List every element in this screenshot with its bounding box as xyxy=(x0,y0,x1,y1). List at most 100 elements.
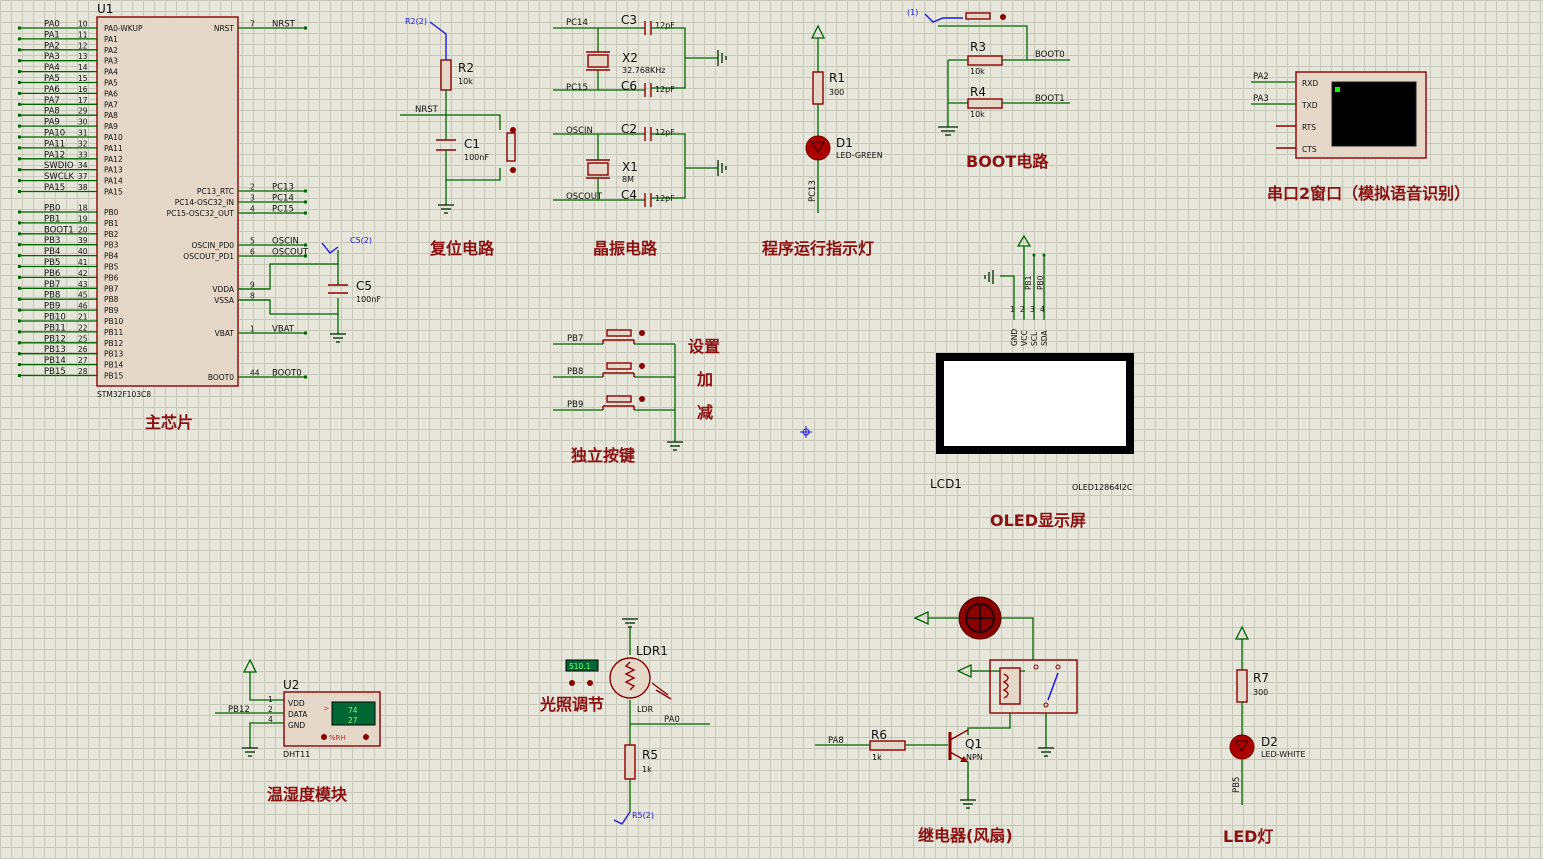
d1-led[interactable] xyxy=(805,135,831,161)
dht-data: DATA xyxy=(288,710,308,719)
u1-left-pin-name: PB10 xyxy=(104,317,123,326)
oled-screen[interactable] xyxy=(936,353,1134,454)
u1-left-net: PB3 xyxy=(44,236,60,246)
key-indicator xyxy=(639,330,645,336)
u1-left-net: PB14 xyxy=(44,356,66,366)
dht11-module[interactable]: PB12 1 2 4 U2 VDD DATA GND 74 27 > %RH D… xyxy=(215,658,381,759)
u1-left-pin-name: PB4 xyxy=(104,252,119,261)
pc15-net: PC15 xyxy=(566,83,588,93)
u1-left-pin-name: PA0-WKUP xyxy=(104,24,143,33)
ldr-inc-button[interactable] xyxy=(587,680,593,686)
u1-left-pin-num: 25 xyxy=(78,334,88,343)
u1-right-pin-name: VSSA xyxy=(214,296,235,305)
relay-circuit[interactable]: PA8 R6 1k Q1 NPN xyxy=(815,596,1078,809)
u1-right-pin-num: 1 xyxy=(250,325,255,334)
oled-pin4: 4 xyxy=(1040,305,1045,314)
u1-left-pin-name: PA7 xyxy=(104,100,118,109)
ldr-circuit[interactable]: LDR1 LDR 510.1 PA0 R5 1k R5(2) xyxy=(565,618,710,825)
schematic-canvas[interactable]: U1 STM32F103C8 PA0 10 PA0-WKUPPA1 11 PA1PA2 1… xyxy=(0,0,1543,859)
key-button[interactable] xyxy=(606,329,632,337)
u1-left-pin-num: 21 xyxy=(78,313,88,322)
terminal-screen[interactable] xyxy=(1331,81,1417,147)
dht-down-button[interactable] xyxy=(321,734,327,740)
u1-left-pin-num: 12 xyxy=(78,41,88,50)
u1-left-pin-num: 40 xyxy=(78,247,88,256)
r3-resistor[interactable] xyxy=(967,55,1003,66)
dht-unit: %RH xyxy=(329,734,346,742)
ldr-sensor[interactable] xyxy=(609,657,651,699)
uart-terminal[interactable]: PA2 PA3 RXD TXD RTS CTS xyxy=(1251,71,1427,159)
u1-left-pin-name: PA4 xyxy=(104,68,118,77)
ldr-dec-button[interactable] xyxy=(569,680,575,686)
u1-left-pin-name: PB2 xyxy=(104,230,119,239)
uart-title: 串口2窗口（模拟语音识别） xyxy=(1267,184,1470,203)
dht-pin1: 1 xyxy=(268,695,273,704)
r3-ref: R3 xyxy=(970,40,986,54)
pa2-net: PA2 xyxy=(1253,72,1269,82)
u1-left-pin-num: 15 xyxy=(78,74,88,83)
key-button[interactable] xyxy=(606,362,632,370)
u1-left-pin-num: 16 xyxy=(78,85,88,94)
u1-stm32[interactable]: U1 STM32F103C8 PA0 10 PA0-WKUPPA1 11 PA1PA2 1… xyxy=(18,2,309,399)
r4-resistor[interactable] xyxy=(967,98,1003,109)
u1-part: STM32F103C8 xyxy=(97,390,151,399)
u1-left-pin-num: 45 xyxy=(78,291,88,300)
c3-ref: C3 xyxy=(621,13,637,27)
key-net: PB9 xyxy=(567,400,583,410)
reset-circuit[interactable]: R2(2) R2 10k NRST C1 100nF xyxy=(400,17,516,214)
oled-part: OLED12864I2C xyxy=(1072,483,1133,492)
u1-right-pin-num: 4 xyxy=(250,205,255,214)
u1-left-pin-name: PB7 xyxy=(104,284,119,293)
u1-left-net: PB11 xyxy=(44,323,66,333)
led-circuit[interactable]: R7 300 D2 LED-WHITE PB5 xyxy=(1229,625,1305,805)
dht-pin2: 2 xyxy=(268,705,273,714)
dht-pin4: 4 xyxy=(268,715,273,724)
r5-probe: R5(2) xyxy=(632,811,654,820)
key-button[interactable] xyxy=(606,395,632,403)
c4-val: 12pF xyxy=(655,194,675,203)
u1-left-pin-name: PA2 xyxy=(104,46,118,55)
r5-resistor[interactable] xyxy=(624,744,636,780)
run-led-circuit[interactable]: R1 300 D1 LED-GREEN PC13 xyxy=(805,24,883,213)
r6-resistor[interactable] xyxy=(869,740,906,751)
oled-pb1-net: PB1 xyxy=(1024,275,1033,290)
u1-left-pin-name: PA14 xyxy=(104,177,123,186)
u1-left-net: PB8 xyxy=(44,291,60,301)
reset-net: NRST xyxy=(415,105,439,115)
key-indicator xyxy=(639,363,645,369)
u1-ref: U1 xyxy=(97,2,113,16)
boot-switch[interactable] xyxy=(965,12,991,20)
u1-left-pin-num: 19 xyxy=(78,214,88,223)
u1-left-net: PA2 xyxy=(44,41,60,51)
r1-resistor[interactable] xyxy=(812,71,824,105)
reset-button[interactable] xyxy=(506,132,516,162)
d2-led[interactable] xyxy=(1229,734,1255,760)
u1-left-pin-num: 39 xyxy=(78,236,88,245)
u1-left-net: PA3 xyxy=(44,52,60,62)
u1-left-pin-num: 20 xyxy=(78,225,88,234)
u1-left-net: PA7 xyxy=(44,96,60,106)
c4-ref: C4 xyxy=(621,188,637,202)
keys-circuit[interactable]: PB7 PB8 PB9 设置 加 减 xyxy=(553,329,720,451)
u1-left-net: PB7 xyxy=(44,280,60,290)
txd-pin: TXD xyxy=(1301,101,1318,110)
u1-left-net: PA6 xyxy=(44,85,60,95)
pc13-net: PC13 xyxy=(808,180,818,202)
u1-right-pin-name: PC15-OSC32_OUT xyxy=(167,209,235,218)
u1-left-net: PB13 xyxy=(44,345,66,355)
boot-circuit[interactable]: (1) R3 10k BOOT0 R4 10k BOOT1 xyxy=(907,8,1070,136)
q1-val: NPN xyxy=(966,753,983,762)
u1-left-pin-num: 22 xyxy=(78,323,88,332)
u1-left-net: PA5 xyxy=(44,74,60,84)
r2-resistor[interactable] xyxy=(440,59,452,91)
oled-module[interactable]: PB1 PB0 GND VCC SCL SDA 1 2 3 4 LCD1 OLE… xyxy=(930,234,1134,492)
dht-up-button[interactable] xyxy=(363,734,369,740)
c6-ref: C6 xyxy=(621,79,637,93)
relay-net: PA8 xyxy=(828,736,844,746)
dht-title: 温湿度模块 xyxy=(266,785,348,804)
u1-right-pin-name: OSCIN_PD0 xyxy=(191,241,234,250)
u1-right-net: VBAT xyxy=(272,325,295,335)
u1-left-pin-num: 29 xyxy=(78,107,88,116)
crystal-circuit[interactable]: PC14 C3 12pF PC15 C6 12pF X2 32.768KHz O… xyxy=(553,13,727,207)
r7-resistor[interactable] xyxy=(1236,669,1248,703)
